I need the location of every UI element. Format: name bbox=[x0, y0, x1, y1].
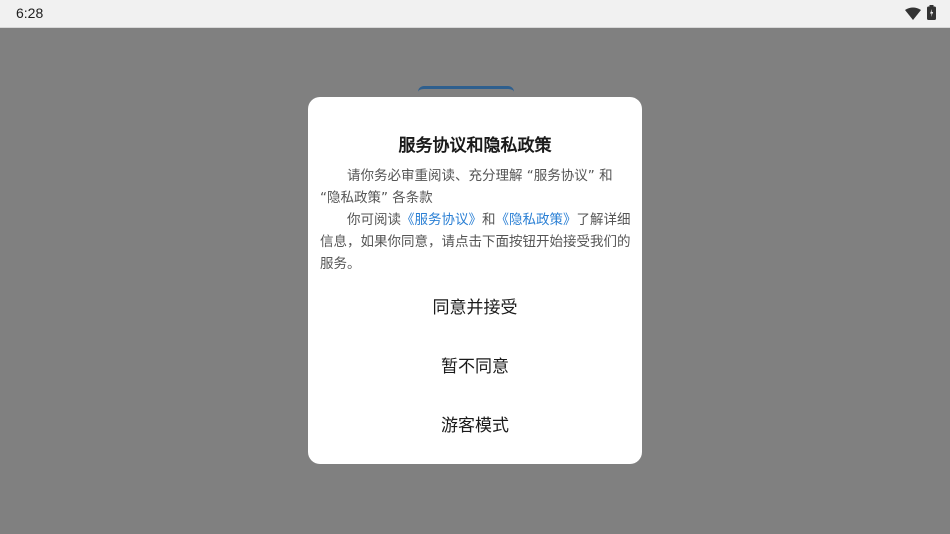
wifi-icon bbox=[905, 5, 921, 24]
paragraph-2-prefix: 你可阅读 bbox=[347, 212, 401, 228]
dialog-paragraph-2: 你可阅读《服务协议》和《隐私政策》了解详细信息，如果你同意，请点击下面按钮开始接… bbox=[320, 209, 632, 275]
service-agreement-link[interactable]: 《服务协议》 bbox=[401, 212, 482, 228]
dialog-paragraph-1: 请你务必审重阅读、充分理解 “服务协议” 和 “隐私政策” 各条款 bbox=[320, 168, 613, 206]
privacy-policy-link[interactable]: 《隐私政策》 bbox=[496, 212, 577, 228]
privacy-dialog: 服务协议和隐私政策 请你务必审重阅读、充分理解 “服务协议” 和 “隐私政策” … bbox=[308, 97, 642, 464]
status-icons bbox=[905, 5, 936, 24]
status-time: 6:28 bbox=[16, 5, 44, 21]
agree-button[interactable]: 同意并接受 bbox=[308, 290, 642, 326]
battery-icon bbox=[927, 5, 936, 24]
paragraph-2-and: 和 bbox=[482, 212, 496, 228]
status-bar: 6:28 bbox=[0, 0, 950, 28]
disagree-button[interactable]: 暂不同意 bbox=[308, 349, 642, 385]
dialog-title: 服务协议和隐私政策 bbox=[398, 136, 552, 156]
dialog-body: 请你务必审重阅读、充分理解 “服务协议” 和 “隐私政策” 各条款 你可阅读《服… bbox=[320, 165, 632, 275]
guest-mode-button[interactable]: 游客模式 bbox=[308, 408, 642, 444]
